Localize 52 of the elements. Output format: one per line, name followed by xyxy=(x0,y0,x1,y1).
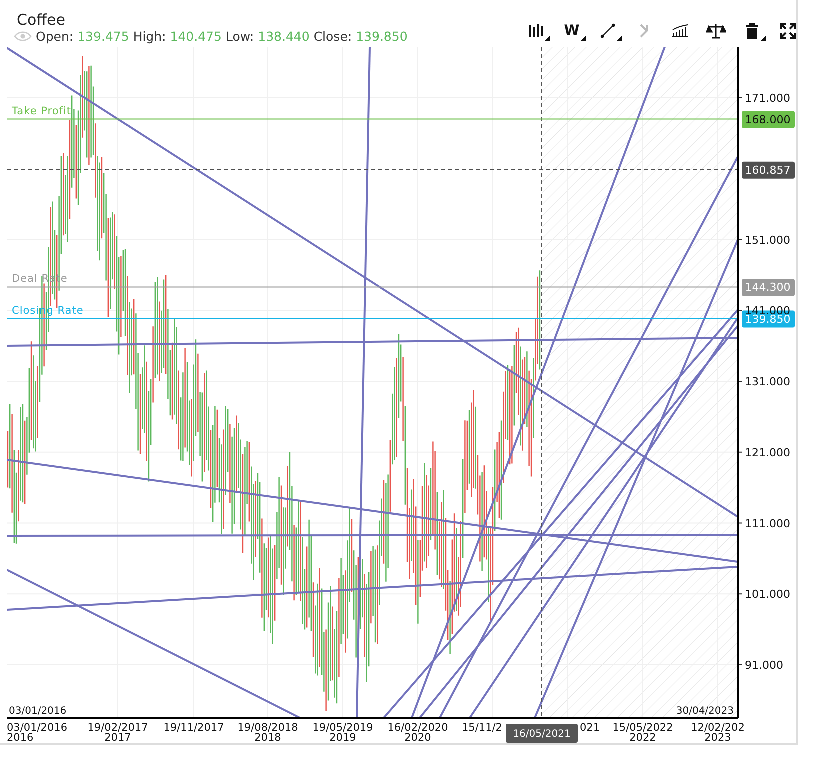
date-label: 19/02/2017 xyxy=(88,722,148,734)
year-label: 2020 xyxy=(404,732,432,744)
stat-value: 140.475 xyxy=(170,29,222,44)
date-label: 03/01/2016 xyxy=(7,722,68,734)
axis-label: 91.000 xyxy=(745,659,784,672)
price-tag: 168.000 xyxy=(742,111,795,128)
date-label: 12/02/202 xyxy=(691,722,745,734)
price-tag: 144.300 xyxy=(742,279,795,296)
year-label: 2019 xyxy=(330,732,356,744)
axis-label: 111.000 xyxy=(745,517,790,530)
stat-label: High: xyxy=(133,29,166,44)
year-label: 2017 xyxy=(104,732,132,744)
line-tool-icon xyxy=(600,23,616,39)
bars-icon xyxy=(527,24,545,38)
axis-label: 131.000 xyxy=(745,376,790,388)
toolbar-button[interactable] xyxy=(704,21,728,41)
range-start-label: 03/01/2016 xyxy=(9,706,67,717)
date-label: 15/05/2022 xyxy=(612,722,674,734)
year-label: 2023 xyxy=(704,732,732,744)
axis-label: 121.000 xyxy=(745,446,790,460)
year-label: 2022 xyxy=(630,732,656,744)
stat-value: 139.850 xyxy=(356,29,408,44)
caret-icon xyxy=(617,36,622,41)
stat-label: Close: xyxy=(314,29,352,44)
stat-value: 139.475 xyxy=(78,29,130,44)
axis-label: 101.000 xyxy=(745,588,790,602)
caret-icon xyxy=(545,36,550,41)
axis-label: 151.000 xyxy=(745,234,790,247)
stat-value: 138.440 xyxy=(258,29,310,44)
caret-icon xyxy=(581,36,586,41)
range-end-label: 30/04/2023 xyxy=(676,706,734,717)
year-label: 2016 xyxy=(7,732,34,744)
date-label: 19/08/2018 xyxy=(238,722,298,734)
year-label: 2018 xyxy=(254,732,282,744)
stat-label: Low: xyxy=(226,29,254,44)
date-label: 19/11/2017 xyxy=(164,722,224,734)
indicator-icon xyxy=(671,24,689,38)
date-tooltip: 16/05/2021 xyxy=(506,724,578,743)
date-label: 19/05/2019 xyxy=(312,722,374,734)
price-tag: 160.857 xyxy=(742,162,795,179)
trash-icon xyxy=(745,23,759,39)
axis-label: 171.000 xyxy=(745,92,790,105)
fullscreen-icon xyxy=(780,23,796,39)
chart-title: Coffee xyxy=(17,11,66,29)
date-label: 021 xyxy=(580,722,600,734)
date-label: 16/02/2020 xyxy=(388,722,448,734)
date-label: 15/11/2 xyxy=(462,722,502,734)
balance-scale-icon xyxy=(706,23,726,39)
caret-icon xyxy=(761,36,766,41)
level-label: Take Profit xyxy=(12,105,72,118)
toolbar-button[interactable]: W xyxy=(560,21,584,41)
stat-label: Open: xyxy=(36,29,74,44)
